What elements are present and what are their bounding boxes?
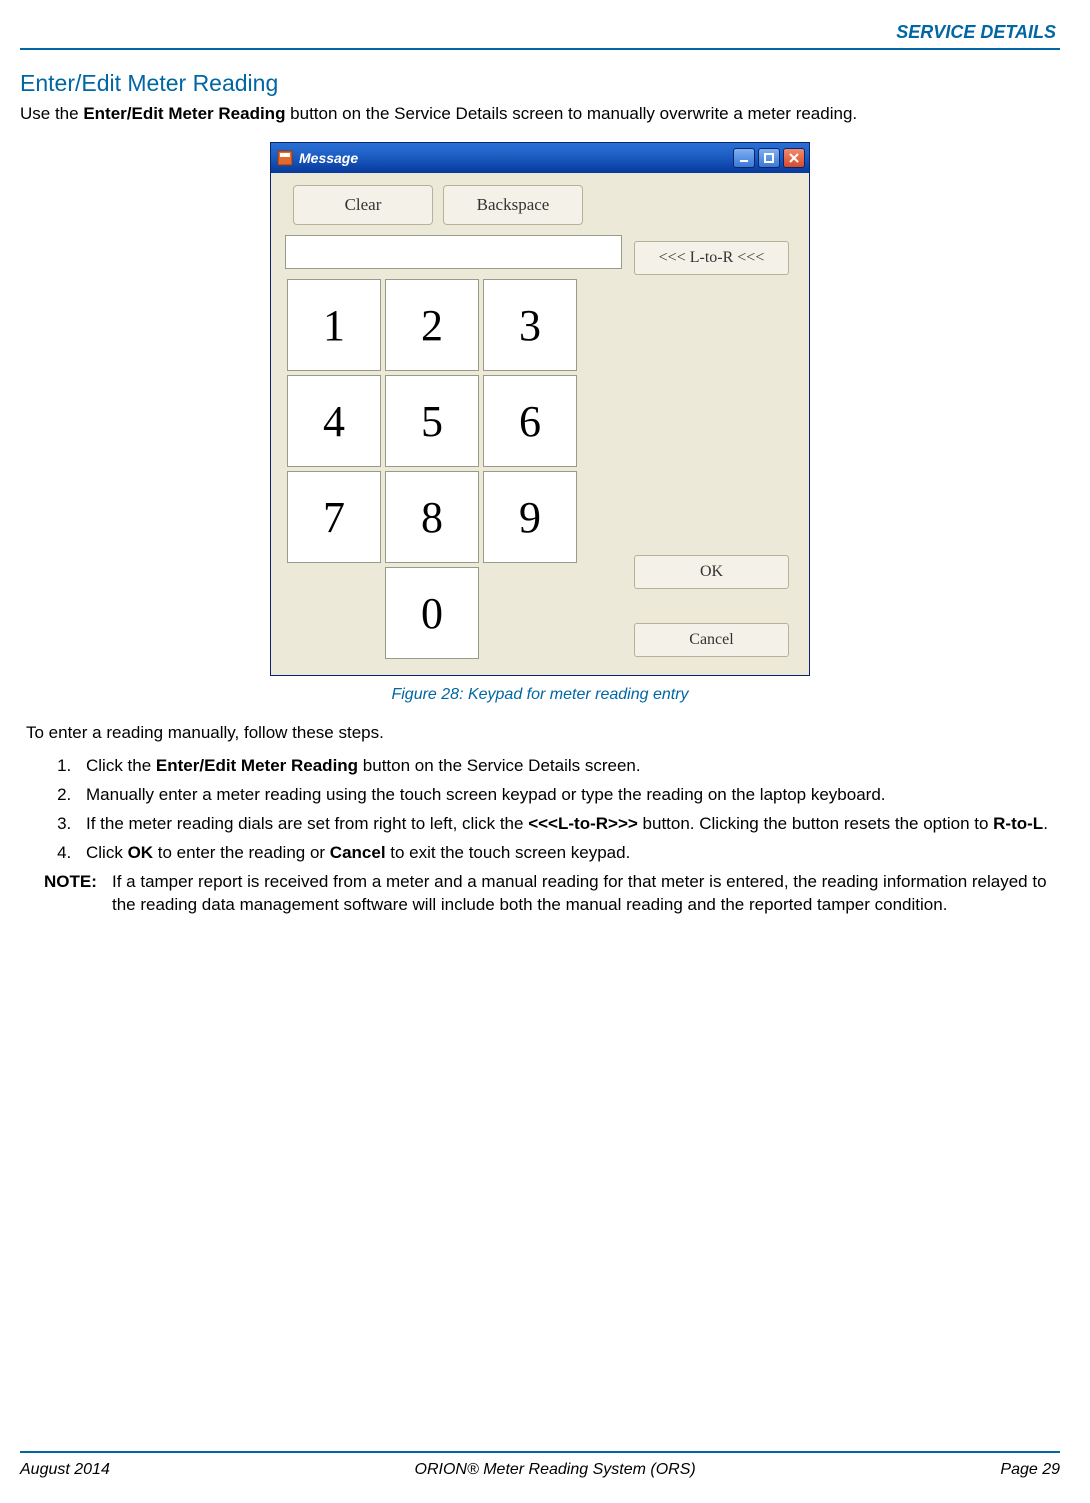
step-4-c: to enter the reading or — [153, 843, 330, 862]
step-4: Click OK to enter the reading or Cancel … — [76, 842, 1060, 865]
cancel-button[interactable]: Cancel — [634, 623, 789, 657]
step-3: If the meter reading dials are set from … — [76, 813, 1060, 836]
step-3-d: R-to-L — [993, 814, 1043, 833]
key-1[interactable]: 1 — [287, 279, 381, 371]
header-section-label: SERVICE DETAILS — [20, 20, 1060, 44]
footer-rule — [20, 1451, 1060, 1453]
keypad-window: Message Clear Backspace 1 2 — [270, 142, 810, 676]
clear-button[interactable]: Clear — [293, 185, 433, 225]
key-2[interactable]: 2 — [385, 279, 479, 371]
step-1-b: Enter/Edit Meter Reading — [156, 756, 358, 775]
step-4-e: to exit the touch screen keypad. — [386, 843, 631, 862]
app-icon — [277, 150, 293, 166]
footer-page: Page 29 — [1000, 1459, 1060, 1481]
minimize-button[interactable] — [733, 148, 755, 168]
close-button[interactable] — [783, 148, 805, 168]
intro-bold: Enter/Edit Meter Reading — [83, 104, 285, 123]
window-title: Message — [299, 149, 733, 168]
step-2: Manually enter a meter reading using the… — [76, 784, 1060, 807]
header-rule — [20, 48, 1060, 50]
maximize-button[interactable] — [758, 148, 780, 168]
key-3[interactable]: 3 — [483, 279, 577, 371]
intro-post: button on the Service Details screen to … — [285, 104, 857, 123]
step-1: Click the Enter/Edit Meter Reading butto… — [76, 755, 1060, 778]
ok-button[interactable]: OK — [634, 555, 789, 589]
step-4-d: Cancel — [330, 843, 386, 862]
intro-pre: Use the — [20, 104, 83, 123]
figure-caption: Figure 28: Keypad for meter reading entr… — [20, 684, 1060, 706]
step-1-a: Click the — [86, 756, 156, 775]
key-8[interactable]: 8 — [385, 471, 479, 563]
step-4-b: OK — [128, 843, 154, 862]
step-3-a: If the meter reading dials are set from … — [86, 814, 528, 833]
step-3-c: button. Clicking the button resets the o… — [638, 814, 993, 833]
note-text: If a tamper report is received from a me… — [112, 871, 1060, 917]
step-3-e: . — [1043, 814, 1048, 833]
section-title: Enter/Edit Meter Reading — [20, 68, 1060, 99]
key-4[interactable]: 4 — [287, 375, 381, 467]
steps-intro: To enter a reading manually, follow thes… — [26, 722, 1060, 745]
step-3-b: <<<L-to-R>>> — [528, 814, 638, 833]
backspace-button[interactable]: Backspace — [443, 185, 583, 225]
step-1-c: button on the Service Details screen. — [358, 756, 641, 775]
key-6[interactable]: 6 — [483, 375, 577, 467]
note-label: NOTE: — [44, 871, 112, 917]
reading-display[interactable] — [285, 235, 622, 269]
key-0[interactable]: 0 — [385, 567, 479, 659]
intro-paragraph: Use the Enter/Edit Meter Reading button … — [20, 103, 1060, 126]
ltor-button[interactable]: <<< L-to-R <<< — [634, 241, 789, 275]
steps-list: Click the Enter/Edit Meter Reading butto… — [76, 755, 1060, 865]
footer-title: ORION® Meter Reading System (ORS) — [415, 1459, 696, 1481]
key-7[interactable]: 7 — [287, 471, 381, 563]
window-titlebar: Message — [271, 143, 809, 173]
step-4-a: Click — [86, 843, 128, 862]
key-9[interactable]: 9 — [483, 471, 577, 563]
key-5[interactable]: 5 — [385, 375, 479, 467]
footer-date: August 2014 — [20, 1459, 110, 1481]
